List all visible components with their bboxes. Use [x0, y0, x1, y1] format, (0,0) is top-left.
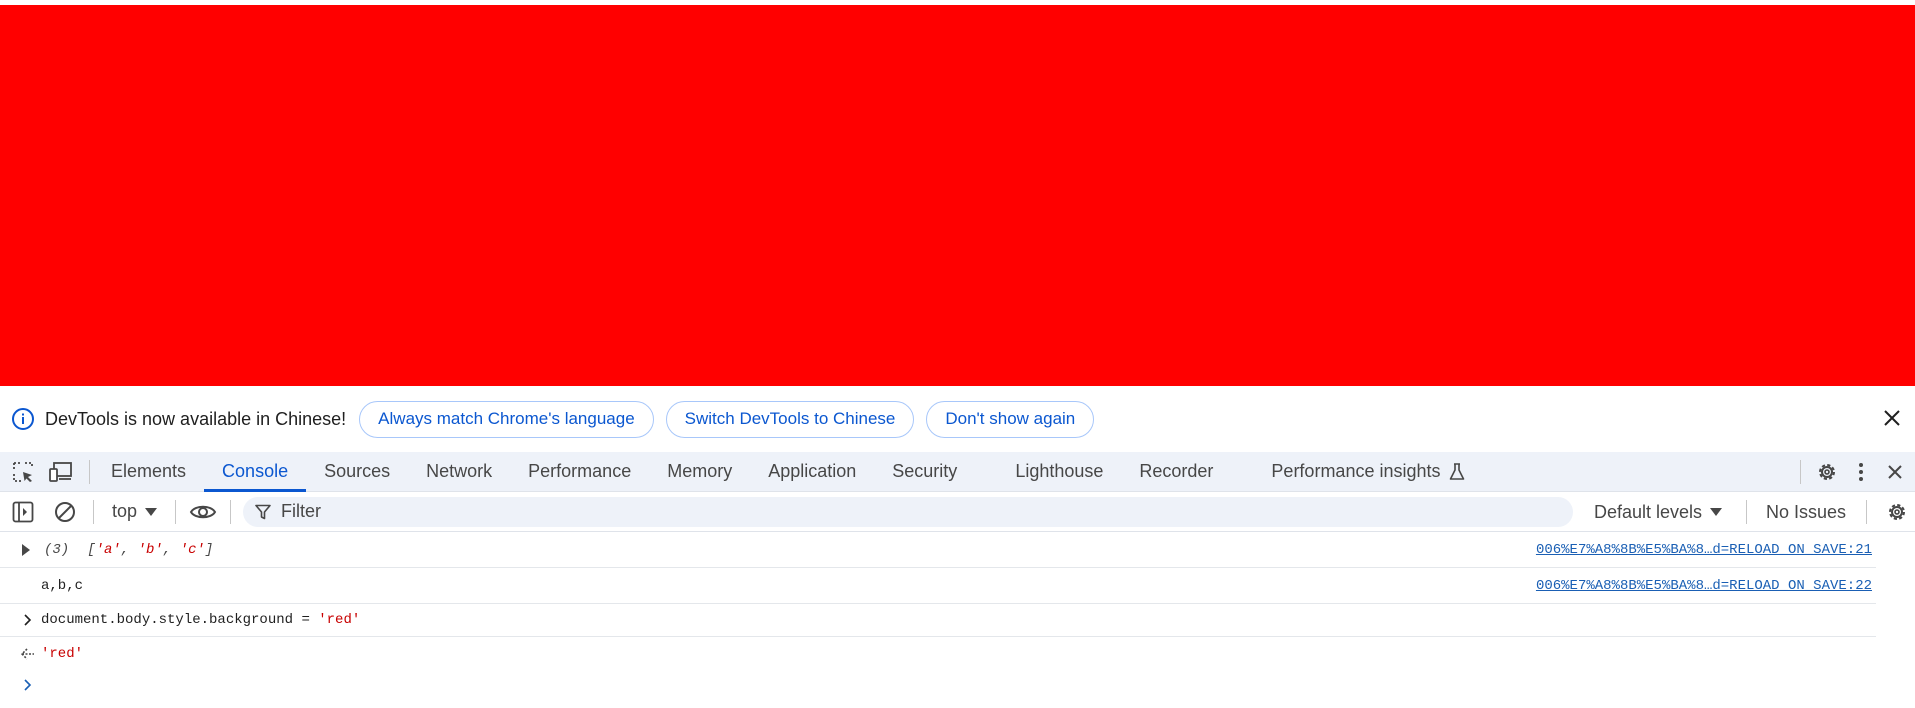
dont-show-again-button[interactable]: Don't show again	[926, 400, 1095, 438]
input-code: document.body.style.background =	[41, 612, 319, 628]
input-code-string: 'red'	[318, 612, 361, 628]
log-levels-label: Default levels	[1594, 501, 1703, 522]
infobar-message: DevTools is now available in Chinese!	[45, 408, 347, 429]
filter-box	[243, 496, 1574, 527]
tab-elements[interactable]: Elements	[93, 452, 204, 491]
inspected-page	[0, 0, 1915, 386]
array-item: 'b'	[137, 541, 163, 558]
result-value: 'red'	[41, 645, 84, 662]
tabbar-divider	[89, 459, 90, 484]
tabbar-actions	[1790, 452, 1915, 492]
console-toolbar-divider	[1866, 500, 1867, 524]
caret-down-icon	[145, 507, 158, 516]
filter-funnel-icon	[255, 504, 271, 520]
caret-down-icon	[1710, 508, 1723, 516]
info-icon	[11, 407, 35, 431]
result-arrow-icon	[6, 647, 41, 660]
source-link[interactable]: 006%E7%A8%8B%E5%BA%8…d=RELOAD_ON_SAVE:21	[1536, 542, 1872, 558]
input-chevron-icon	[6, 614, 41, 626]
console-toolbar: top Default levels No Issues	[0, 492, 1915, 532]
console-input-entry: document.body.style.background = 'red'	[0, 604, 1876, 637]
tab-sources[interactable]: Sources	[306, 452, 408, 491]
tab-application[interactable]: Application	[750, 452, 874, 491]
expand-triangle-icon[interactable]	[10, 543, 42, 556]
console-toolbar-divider	[175, 499, 177, 524]
console-result-entry: 'red'	[0, 637, 1876, 670]
array-bracket-open: [	[87, 541, 96, 558]
issues-counter[interactable]: No Issues	[1766, 492, 1846, 532]
settings-gear-icon[interactable]	[1815, 460, 1839, 484]
close-icon[interactable]	[1881, 407, 1903, 429]
array-separator: ,	[162, 541, 180, 558]
page-body	[0, 5, 1915, 386]
array-separator: ,	[120, 541, 138, 558]
console-toolbar-divider	[230, 499, 232, 524]
tab-network[interactable]: Network	[408, 452, 510, 491]
tab-performance[interactable]: Performance	[510, 452, 649, 491]
device-toolbar-icon[interactable]	[49, 460, 73, 484]
array-count: (3)	[44, 541, 70, 558]
console-message-log: a,b,c 006%E7%A8%8B%E5%BA%8…d=RELOAD_ON_S…	[0, 568, 1876, 604]
inspect-element-icon[interactable]	[11, 460, 35, 484]
array-item: 'c'	[179, 541, 205, 558]
filter-input[interactable]	[279, 500, 1480, 523]
more-options-icon[interactable]	[1849, 460, 1873, 484]
tab-security[interactable]: Security	[874, 452, 997, 491]
language-infobar: DevTools is now available in Chinese! Al…	[0, 386, 1915, 452]
console-toolbar-divider	[1746, 500, 1747, 524]
context-selector[interactable]: top	[106, 501, 163, 522]
flask-icon	[1449, 462, 1465, 481]
live-expression-eye-icon[interactable]	[188, 500, 218, 524]
prompt-chevron-icon	[6, 679, 41, 691]
console-toolbar-divider	[93, 499, 94, 524]
tab-console[interactable]: Console	[204, 452, 307, 492]
tab-lighthouse[interactable]: Lighthouse	[997, 452, 1121, 491]
sidebar-toggle-icon[interactable]	[11, 500, 35, 524]
log-text: a,b,c	[41, 577, 84, 594]
clear-console-icon[interactable]	[53, 500, 77, 524]
tab-performance-insights[interactable]: Performance insights	[1253, 452, 1482, 491]
devtools-panel: DevTools is now available in Chinese! Al…	[0, 386, 1915, 708]
source-link[interactable]: 006%E7%A8%8B%E5%BA%8…d=RELOAD_ON_SAVE:22	[1536, 578, 1872, 594]
tab-recorder[interactable]: Recorder	[1121, 452, 1253, 491]
devtools-tabbar: Elements Console Sources Network Perform…	[0, 452, 1915, 492]
context-selector-value: top	[112, 501, 138, 521]
log-levels-dropdown[interactable]: Default levels	[1594, 492, 1723, 532]
console-message-array: (3) [ 'a' , 'b' , 'c' ] 006%E7%A8%8B%E5%…	[0, 532, 1876, 568]
array-bracket-close: ]	[204, 541, 214, 558]
console-prompt[interactable]	[0, 670, 1876, 700]
always-match-language-button[interactable]: Always match Chrome's language	[359, 400, 654, 438]
array-item: 'a'	[95, 541, 121, 558]
tab-memory[interactable]: Memory	[649, 452, 750, 491]
console-messages: (3) [ 'a' , 'b' , 'c' ] 006%E7%A8%8B%E5%…	[0, 532, 1915, 700]
switch-to-chinese-button[interactable]: Switch DevTools to Chinese	[665, 400, 915, 438]
tabbar-actions-divider	[1800, 460, 1801, 484]
console-settings-gear-icon[interactable]	[1885, 500, 1909, 524]
tab-performance-insights-label: Performance insights	[1271, 461, 1441, 481]
close-devtools-icon[interactable]	[1883, 460, 1907, 484]
